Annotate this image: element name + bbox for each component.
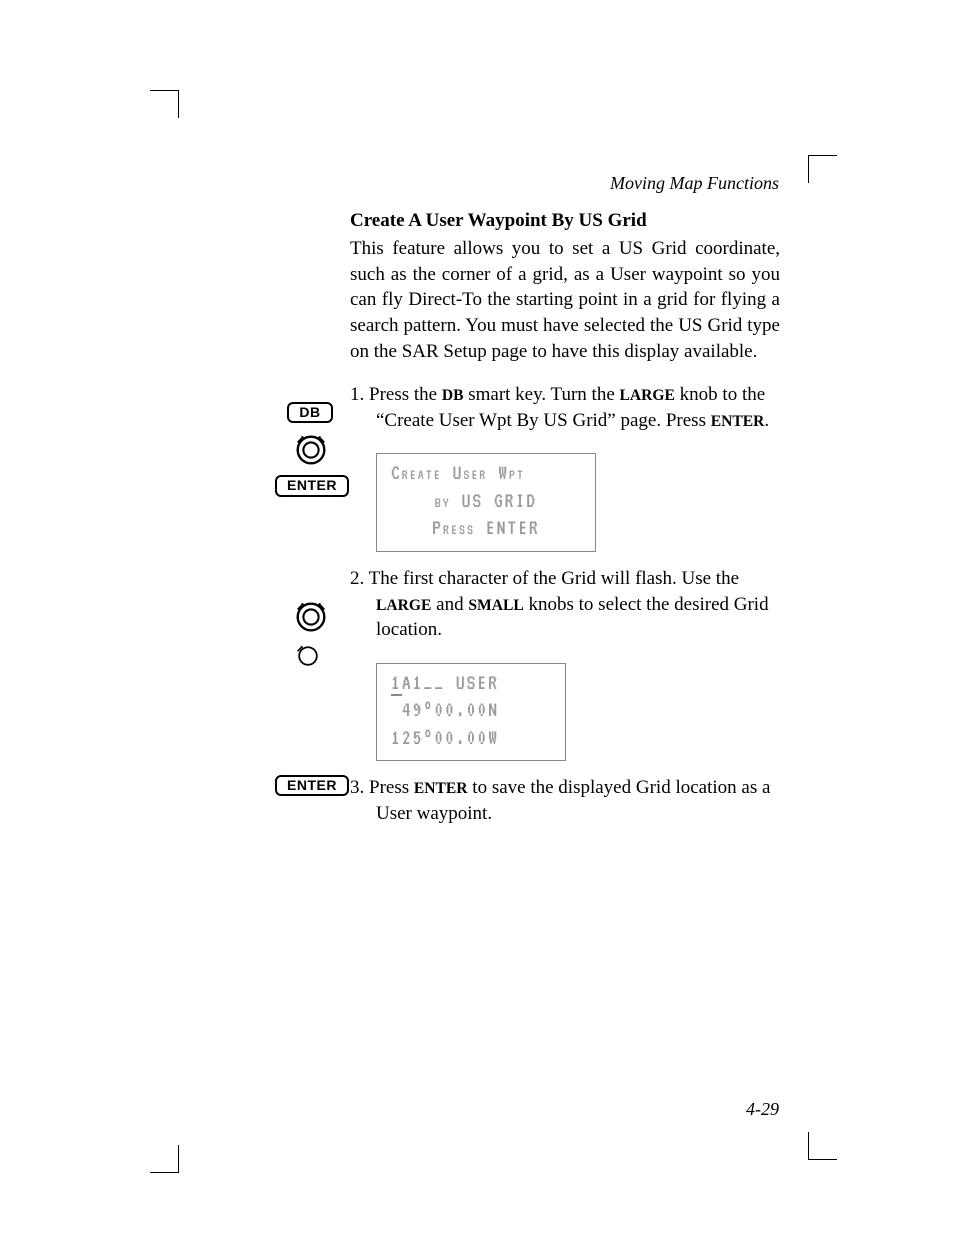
large-label: LARGE: [376, 597, 431, 614]
enter-key-icon: ENTER: [275, 475, 349, 496]
step1-controls: DB ENTER: [275, 402, 345, 497]
step2-controls: [275, 590, 345, 684]
lcd1-line3: Press ENTER: [391, 515, 581, 543]
crop-mark: [178, 90, 179, 118]
db-label: DB: [442, 387, 464, 404]
intro-paragraph: This feature allows you to set a US Grid…: [350, 236, 780, 364]
step2-text: 2. The first character of the Grid will …: [350, 568, 739, 589]
period: .: [764, 410, 769, 431]
large-knob-icon: [292, 431, 328, 467]
lcd2-line2: 49°00.00N: [391, 697, 551, 725]
small-label: SMALL: [468, 597, 523, 614]
crop-mark: [809, 155, 837, 156]
step3-controls: ENTER: [275, 775, 345, 796]
lcd2-line3: 125°00.00W: [391, 725, 551, 753]
section-title: Create A User Waypoint By US Grid: [350, 210, 780, 232]
small-knob-icon: [292, 640, 328, 676]
lcd-display-2: 1A1__ USER 49°00.00N 125°00.00W: [376, 663, 566, 762]
step1-text: 1. Press the: [350, 384, 442, 405]
step-1: 1. Press the DB smart key. Turn the LARG…: [350, 382, 780, 433]
page-number: 4-29: [746, 1099, 779, 1120]
step1-text: smart key. Turn the: [463, 384, 619, 405]
lcd1-line1: Create User Wpt: [391, 460, 581, 488]
enter-label: ENTER: [414, 780, 468, 797]
lcd1-line2: by US GRID: [391, 488, 581, 516]
enter-key-icon: ENTER: [275, 775, 349, 796]
crop-mark: [150, 1172, 178, 1173]
crop-mark: [809, 1159, 837, 1160]
large-label: LARGE: [620, 387, 675, 404]
large-knob-icon: [292, 598, 328, 634]
crop-mark: [178, 1145, 179, 1173]
crop-mark: [808, 155, 809, 183]
step-2: 2. The first character of the Grid will …: [350, 566, 780, 643]
crop-mark: [808, 1132, 809, 1160]
step3-text: 3. Press: [350, 777, 414, 798]
step2-text: and: [431, 594, 468, 615]
crop-mark: [150, 90, 178, 91]
lcd2-rest: A1__ USER: [402, 672, 499, 694]
db-key-icon: DB: [287, 402, 332, 423]
lcd2-line1: 1A1__ USER: [391, 670, 551, 698]
lcd-display-1: Create User Wpt by US GRID Press ENTER: [376, 453, 596, 552]
enter-label: ENTER: [711, 413, 765, 430]
step-3: 3. Press ENTER to save the displayed Gri…: [350, 775, 780, 826]
running-head: Moving Map Functions: [610, 173, 779, 194]
lcd2-cursor-char: 1: [391, 672, 402, 696]
